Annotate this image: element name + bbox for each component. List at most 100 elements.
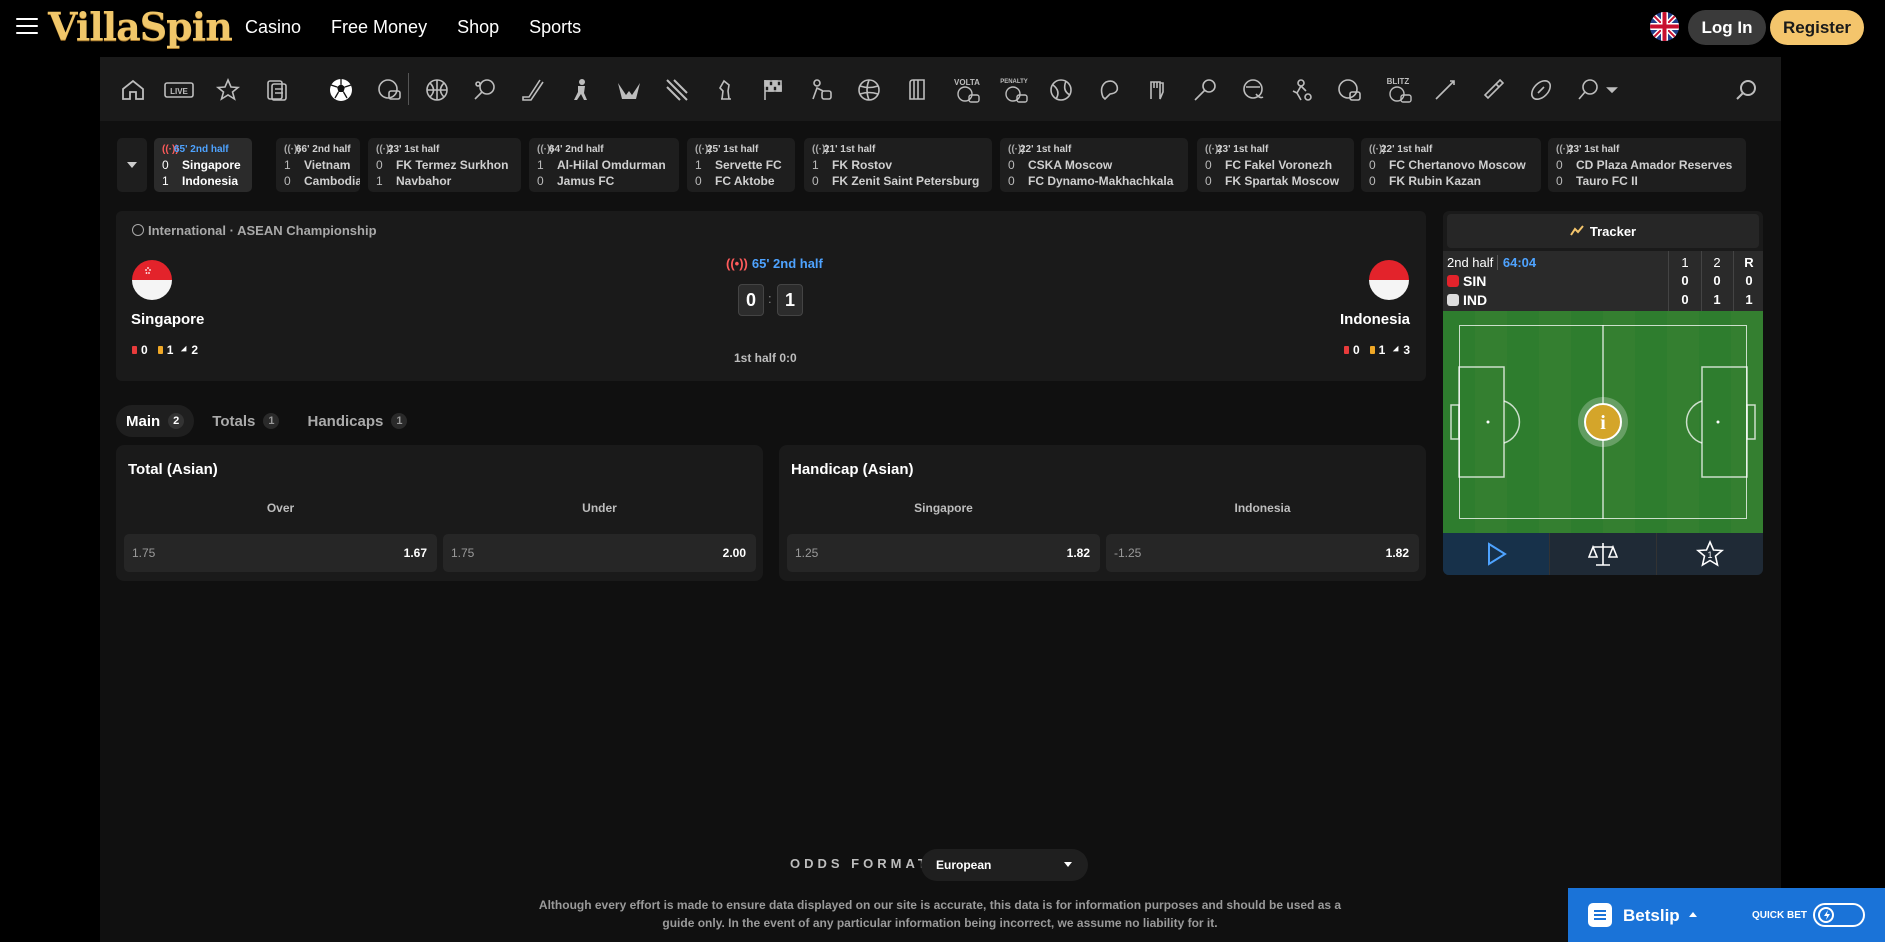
tracker-header[interactable]: Tracker [1447, 214, 1759, 248]
half-score: 1st half 0:0 [734, 351, 797, 365]
virtual-basketball-icon[interactable] [1336, 77, 1362, 103]
odds-button[interactable]: 1.75 1.67 [124, 534, 437, 572]
red-card-icon [132, 346, 137, 354]
cricket-icon[interactable] [808, 77, 834, 103]
live-game-time: ((·))25' 1st half [695, 144, 759, 155]
volta-icon[interactable]: VOLTA [952, 77, 982, 103]
live-game-card[interactable]: ((·))23' 1st half 0 FK Termez Surkhon 1 Navb… [368, 138, 521, 192]
rugby-icon[interactable] [904, 77, 930, 103]
tennis-icon[interactable] [472, 77, 498, 103]
snooker-icon[interactable] [1480, 77, 1506, 103]
ice-hockey-icon[interactable] [568, 77, 594, 103]
darts-icon[interactable] [1432, 77, 1458, 103]
odds-format-value: European [936, 858, 992, 872]
logo[interactable]: VillaSpin [48, 4, 233, 49]
live-game-home: 1 Al-Hilal Omdurman [537, 158, 666, 172]
column-header: Singapore [914, 501, 973, 515]
live-game-card[interactable]: ((·))64' 2nd half 1 Al-Hilal Omdurman 0 Jamu… [529, 138, 679, 192]
volleyball-icon[interactable] [856, 77, 882, 103]
betslip-history-icon[interactable] [264, 77, 290, 103]
betslip-bar[interactable]: Betslip QUICK BET [1568, 888, 1885, 942]
handball-icon[interactable] [1048, 77, 1074, 103]
chevron-down-icon [1064, 862, 1072, 867]
odds-button[interactable]: 1.25 1.82 [787, 534, 1100, 572]
futsal-icon[interactable] [1288, 77, 1314, 103]
svg-text:PENALTY: PENALTY [1000, 79, 1028, 85]
odds-price: 1.82 [1385, 546, 1409, 560]
live-game-card[interactable]: ((·))23' 1st half 0 FC Fakel Voronezh 0 FK S… [1197, 138, 1354, 192]
more-sports-icon[interactable] [1576, 77, 1620, 103]
american-football-icon[interactable] [1528, 77, 1554, 103]
tab-totals[interactable]: Totals 1 [202, 405, 289, 437]
badminton-icon[interactable] [1192, 77, 1218, 103]
tab-handicaps[interactable]: Handicaps 1 [297, 405, 417, 437]
nav-shop[interactable]: Shop [457, 17, 499, 38]
register-button[interactable]: Register [1770, 10, 1864, 45]
live-broadcast-icon: ((·)) [376, 144, 393, 155]
penalty-icon[interactable]: PENALTY [1000, 77, 1030, 103]
live-label: LIVE [170, 87, 188, 96]
counter-strike-icon[interactable] [664, 77, 690, 103]
language-uk-flag-icon[interactable] [1650, 12, 1679, 41]
tab-main[interactable]: Main 2 [116, 405, 195, 437]
red-card-icon [1343, 346, 1349, 354]
odds-price: 2.00 [722, 546, 746, 560]
waterpolo-icon[interactable] [1240, 77, 1266, 103]
live-game-home: 1 Vietnam [284, 158, 351, 172]
disclaimer: Although every effort is made to ensure … [538, 898, 1342, 930]
market-tabs: Main 2 Totals 1 Handicaps 1 [116, 405, 417, 437]
favorites-icon[interactable] [215, 77, 241, 103]
motorsport-icon[interactable] [760, 77, 786, 103]
live-game-card[interactable]: ((·))21' 1st half 1 FK Rostov 0 FK Zenit Sai… [804, 138, 992, 192]
live-game-card[interactable]: ((·))65' 2nd half 0 Singapore 1 Indonesia [154, 138, 252, 192]
tracker-scoreboard: 2nd half 64:04 1 2 R SIN 0 0 0 IND 0 1 1 [1443, 251, 1763, 311]
boxing-icon[interactable] [1144, 77, 1170, 103]
live-game-away: 1 Navbahor [376, 174, 452, 188]
live-game-card[interactable]: ((·))66' 2nd half 1 Vietnam 0 Cambodia [276, 138, 360, 192]
chess-icon[interactable] [712, 77, 738, 103]
betslip-icon [1588, 903, 1612, 927]
svg-text:i: i [1600, 412, 1606, 434]
live-game-away: 0 FK Zenit Saint Petersburg [812, 174, 980, 188]
basketball-icon[interactable] [424, 77, 450, 103]
live-icon[interactable]: LIVE [164, 77, 194, 103]
live-game-card[interactable]: ((·))25' 1st half 1 Servette FC 0 FC Aktobe [687, 138, 795, 192]
live-game-card[interactable]: ((·))22' 1st half 0 FC Chertanovo Moscow 0 F… [1361, 138, 1541, 192]
odds-button[interactable]: 1.75 2.00 [443, 534, 756, 572]
virtual-soccer-icon[interactable] [376, 77, 402, 103]
odds-button[interactable]: -1.25 1.82 [1106, 534, 1419, 572]
live-broadcast-icon: ((·)) [162, 144, 179, 155]
play-icon[interactable] [1443, 533, 1550, 575]
breadcrumb-league[interactable]: ASEAN Championship [237, 223, 376, 238]
quick-bet-toggle[interactable] [1813, 903, 1865, 927]
corner-icon [1393, 345, 1402, 355]
live-game-home: 0 CSKA Moscow [1008, 158, 1113, 172]
nav-free-money[interactable]: Free Money [331, 17, 427, 38]
live-game-away: 0 FK Spartak Moscow [1205, 174, 1340, 188]
blitz-icon[interactable]: BLITZ [1384, 77, 1414, 103]
login-button[interactable]: Log In [1688, 10, 1766, 45]
live-game-card[interactable]: ((·))23' 1st half 0 CD Plaza Amador Reserv… [1548, 138, 1746, 192]
live-game-time: ((·))23' 1st half [1205, 144, 1269, 155]
star-1-icon[interactable]: 1 [1657, 533, 1763, 575]
nav-casino[interactable]: Casino [245, 17, 301, 38]
tracker-clock: 64:04 [1496, 255, 1537, 270]
live-game-card[interactable]: ((·))22' 1st half 0 CSKA Moscow 0 FC Dynamo-… [1000, 138, 1188, 192]
soccer-icon[interactable] [328, 77, 354, 103]
nav-sports[interactable]: Sports [529, 17, 581, 38]
hockey-icon[interactable] [520, 77, 546, 103]
esports-icon[interactable] [616, 77, 642, 103]
breadcrumb-region[interactable]: International [148, 223, 226, 238]
table-tennis-icon[interactable] [1096, 77, 1122, 103]
search-icon[interactable] [1734, 77, 1760, 103]
market-title: Total (Asian) [128, 461, 218, 478]
live-strip-toggle[interactable] [117, 138, 147, 192]
home-icon[interactable] [120, 77, 146, 103]
tracker-period: 2nd half 64:04 [1447, 255, 1537, 270]
odds-format-select[interactable]: European [921, 849, 1088, 881]
away-team-name: Indonesia [1339, 311, 1410, 328]
live-game-home: 0 FC Chertanovo Moscow [1369, 158, 1526, 172]
star-number: 1 [1707, 550, 1712, 560]
scales-icon[interactable] [1550, 533, 1657, 575]
menu-icon[interactable] [16, 18, 38, 36]
